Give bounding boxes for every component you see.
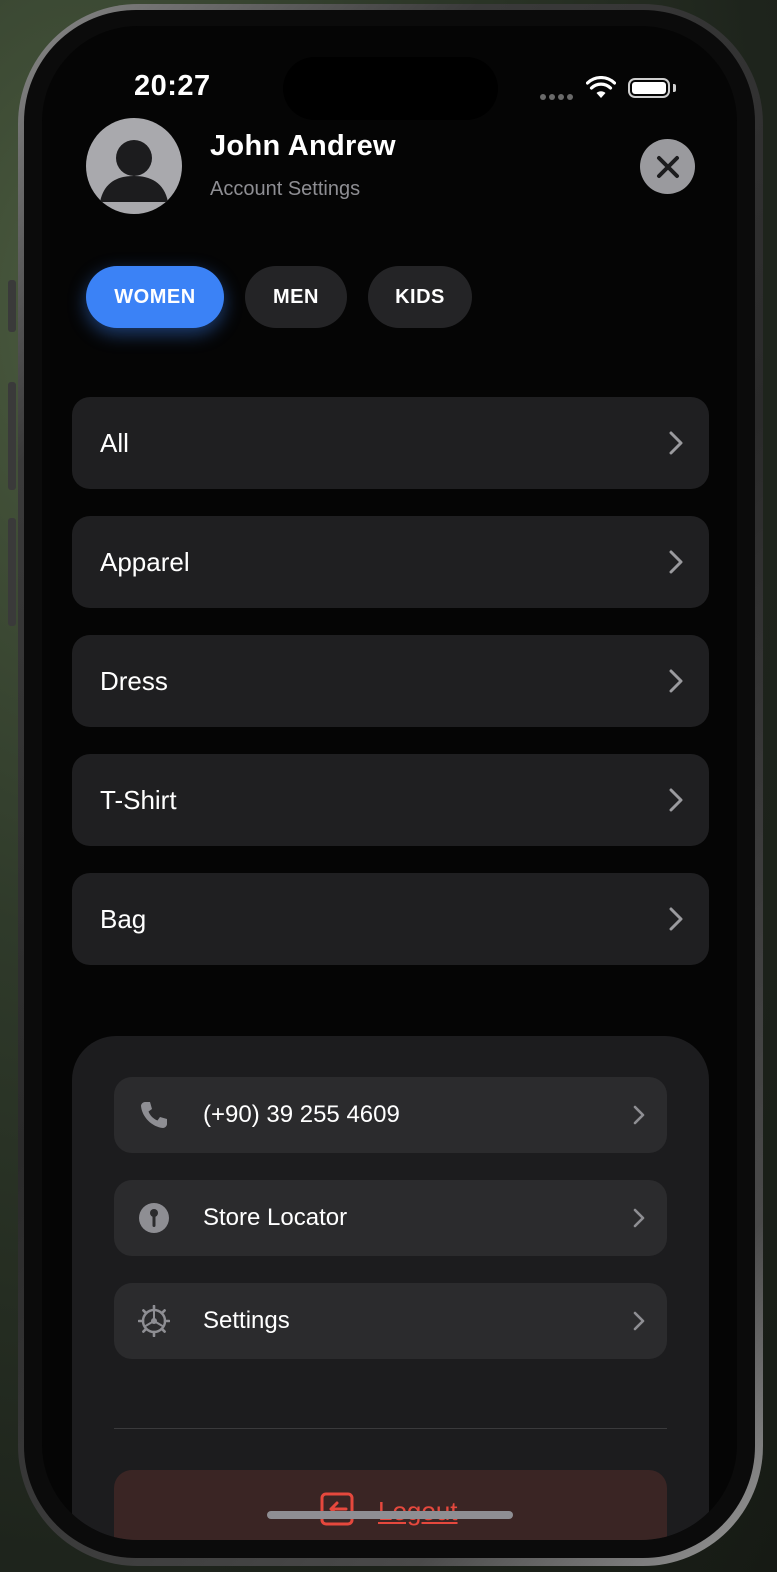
cellular-signal-icon — [540, 94, 573, 100]
chevron-right-icon — [669, 431, 683, 455]
chevron-right-icon — [633, 1208, 645, 1228]
location-pin-icon — [139, 1203, 169, 1233]
status-time: 20:27 — [134, 70, 211, 102]
tab-men[interactable]: MEN — [245, 266, 347, 328]
close-icon — [656, 155, 679, 178]
volume-down-button — [8, 518, 16, 626]
chevron-right-icon — [669, 907, 683, 931]
category-label: Apparel — [100, 546, 190, 577]
contact-card: (+90) 39 255 4609 Store Locator Settings — [72, 1036, 709, 1540]
chevron-right-icon — [633, 1105, 645, 1125]
category-row-bag[interactable]: Bag — [72, 873, 709, 965]
logout-icon — [320, 1492, 354, 1526]
category-label: Bag — [100, 903, 147, 934]
chevron-right-icon — [669, 550, 683, 574]
settings-label: Settings — [203, 1307, 290, 1334]
account-settings-link[interactable]: Account Settings — [210, 178, 360, 201]
phone-icon — [141, 1102, 167, 1128]
category-row-dress[interactable]: Dress — [72, 635, 709, 727]
divider — [114, 1428, 667, 1429]
tab-kids[interactable]: KIDS — [368, 266, 472, 328]
volume-up-button — [8, 382, 16, 490]
close-button[interactable] — [640, 139, 695, 194]
category-row-all[interactable]: All — [72, 397, 709, 489]
store-locator-label: Store Locator — [203, 1204, 348, 1231]
phone-number: (+90) 39 255 4609 — [203, 1101, 400, 1128]
gear-icon — [138, 1305, 170, 1337]
chevron-right-icon — [669, 669, 683, 693]
category-label: Dress — [100, 665, 168, 696]
category-row-tshirt[interactable]: T-Shirt — [72, 754, 709, 846]
logout-button[interactable]: Logout — [114, 1470, 667, 1540]
chevron-right-icon — [633, 1311, 645, 1331]
dynamic-island — [283, 57, 498, 120]
tab-women[interactable]: WOMEN — [86, 266, 224, 328]
avatar[interactable] — [86, 118, 182, 214]
category-label: T-Shirt — [100, 784, 177, 815]
wifi-icon — [586, 76, 616, 98]
home-indicator[interactable] — [267, 1511, 513, 1519]
chevron-right-icon — [669, 788, 683, 812]
settings-row[interactable]: Settings — [114, 1283, 667, 1359]
phone-row[interactable]: (+90) 39 255 4609 — [114, 1077, 667, 1153]
store-locator-row[interactable]: Store Locator — [114, 1180, 667, 1256]
battery-icon — [628, 78, 670, 98]
category-label: All — [100, 427, 129, 458]
battery-cap — [673, 84, 676, 92]
person-silhouette-icon — [100, 140, 168, 202]
action-button — [8, 280, 16, 332]
category-row-apparel[interactable]: Apparel — [72, 516, 709, 608]
profile-name: John Andrew — [210, 130, 396, 162]
app-screen: 20:27 John Andrew Account Settings WOMEN… — [42, 26, 737, 1540]
